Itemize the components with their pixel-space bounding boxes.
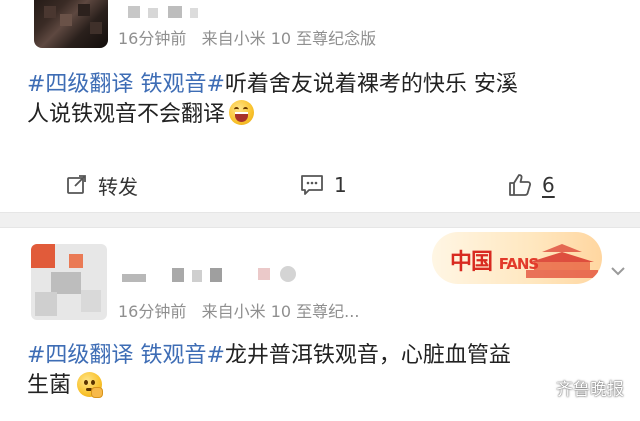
- username-blurred[interactable]: [128, 6, 238, 20]
- post-meta: 16分钟前 来自小米 10 至尊纪念版: [118, 25, 376, 49]
- thinking-emoji-icon: [77, 372, 104, 398]
- hashtag-link[interactable]: 铁观音#: [140, 72, 224, 97]
- post-content: #四级翻译 铁观音#听着舍友说着裸考的快乐 安溪 人说铁观音不会翻译: [27, 70, 617, 130]
- like-button[interactable]: 6: [508, 170, 555, 200]
- china-fans-badge[interactable]: 中国 FANS: [432, 232, 602, 284]
- username-blurred[interactable]: [122, 266, 302, 282]
- post-source[interactable]: 来自小米 10 至尊纪...: [202, 302, 360, 321]
- wechat-account-icon: [528, 376, 550, 398]
- repost-label: 转发: [98, 174, 138, 199]
- repost-icon: [67, 175, 86, 194]
- hashtag-link[interactable]: #四级翻译: [27, 72, 133, 97]
- post-actions: 转发 1 6: [0, 170, 640, 200]
- comment-button[interactable]: 1: [300, 170, 347, 200]
- user-avatar-blurred[interactable]: [31, 244, 107, 320]
- comment-icon: [301, 175, 323, 195]
- thumbs-up-icon: [509, 174, 532, 196]
- post-text-line: 人说铁观音不会翻译: [27, 102, 226, 127]
- like-count: 6: [542, 173, 555, 197]
- post-meta: 16分钟前 来自小米 10 至尊纪...: [118, 298, 359, 322]
- laughing-emoji-icon: [229, 100, 255, 125]
- post-time: 16分钟前: [118, 29, 187, 48]
- hashtag-link[interactable]: 铁观音#: [140, 343, 224, 368]
- watermark-text: 齐鲁晚报: [556, 379, 624, 400]
- post-text-line: 生菌: [27, 373, 72, 398]
- post-time: 16分钟前: [118, 302, 187, 321]
- repost-button[interactable]: 转发: [66, 170, 138, 200]
- more-options-button[interactable]: [610, 262, 626, 281]
- chevron-down-icon: [611, 267, 625, 276]
- hashtag-link[interactable]: #四级翻译: [27, 343, 133, 368]
- post-text-line: 听着舍友说着裸考的快乐 安溪: [224, 72, 518, 97]
- post-source[interactable]: 来自小米 10 至尊纪念版: [202, 29, 377, 48]
- publisher-watermark: 齐鲁晚报: [528, 370, 624, 404]
- post-text-line: 龙井普洱铁观音，心脏血管益: [224, 343, 511, 368]
- user-avatar-blurred[interactable]: [34, 0, 108, 48]
- weibo-post-1: 16分钟前 来自小米 10 至尊纪念版 #四级翻译 铁观音#听着舍友说着裸考的快…: [0, 0, 640, 212]
- badge-label: 中国 FANS: [450, 249, 539, 275]
- comment-count: 1: [334, 173, 347, 197]
